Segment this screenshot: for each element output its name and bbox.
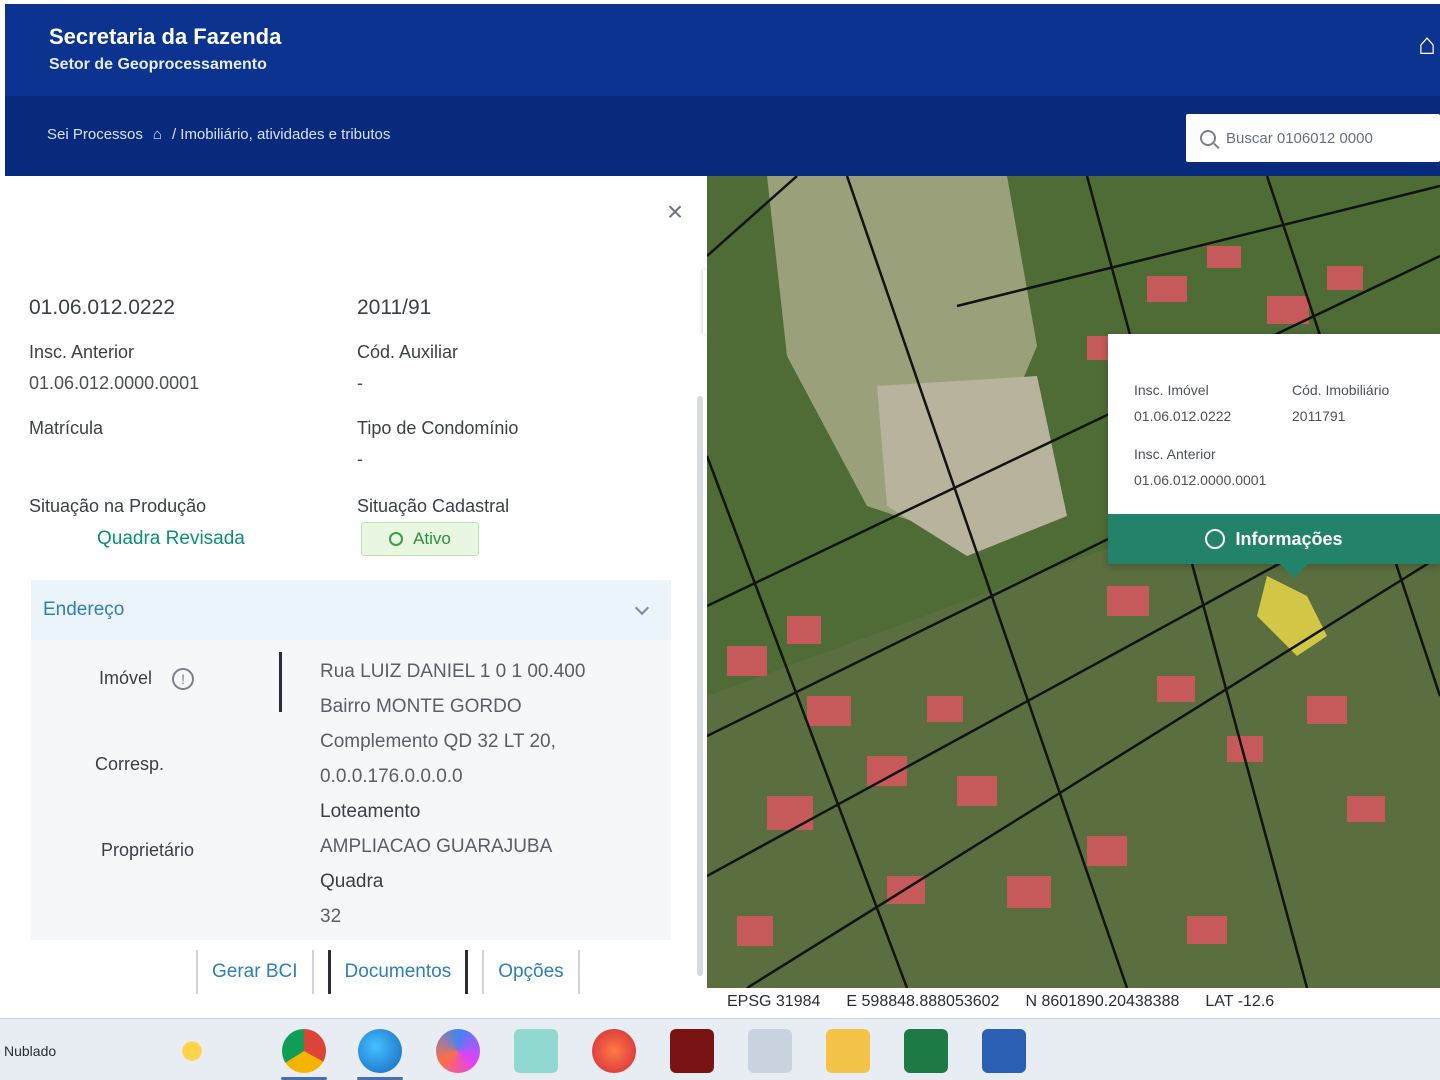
popup-value: 01.06.012.0222 [1134,408,1232,424]
ano-value: 2011/91 [357,296,432,319]
search-icon [1200,130,1216,146]
app-title: Secretaria da Fazenda [49,24,282,49]
address-lines: Rua LUIZ DANIEL 1 0 1 00.400 Bairro MONT… [320,654,585,934]
search-input[interactable] [1226,129,1416,147]
map-view[interactable] [707,176,1440,988]
header-nav-bar: Sei Processos ⌂ / Imobiliário, atividade… [5,96,1440,176]
aerial-map-image [707,176,1440,988]
popup-label: Insc. Imóvel [1134,382,1209,398]
breadcrumb-current: / Imobiliário, atividades e tributos [171,126,391,143]
popup-value: 2011791 [1292,408,1346,424]
tab-imovel[interactable]: Imóvel! [99,668,195,690]
app-header: Secretaria da Fazenda Setor de Geoproces… [5,4,1440,176]
popup-label: Insc. Anterior [1134,446,1216,462]
address-line: Complemento QD 32 LT 20, [320,731,556,752]
address-line: Loteamento [320,801,421,822]
breadcrumb-home-link[interactable]: Sei Processos [47,126,143,143]
endereco-accordion-title: Endereço [43,599,125,620]
map-info-popup: Insc. Imóvel 01.06.012.0222 Cód. Imobili… [1108,334,1440,564]
app-subtitle: Setor de Geoprocessamento [49,56,267,73]
situacao-producao-label: Situação na Produção [29,496,207,516]
info-icon: ! [172,668,195,690]
matricula-label: Matrícula [29,418,104,438]
tab-correspondencia[interactable]: Corresp. [95,754,164,775]
tab-imovel-label: Imóvel [99,668,153,688]
app-icon[interactable] [748,1029,792,1073]
snipping-tool-icon[interactable] [514,1029,558,1073]
tipo-condominio-field: Tipo de Condomínio - [357,418,518,470]
copilot-sparkle-icon[interactable] [170,1029,214,1073]
close-icon[interactable]: × [661,198,689,226]
latitude-readout: LAT -12.6 [1205,993,1275,1010]
copilot-icon[interactable] [436,1029,480,1073]
inscricao-value: 01.06.012.0222 [29,296,175,319]
epsg-readout: EPSG 31984 [727,993,821,1010]
excel-icon[interactable] [904,1029,948,1073]
gerar-bci-button[interactable]: Gerar BCI [196,950,314,994]
cod-auxiliar-value: - [357,373,363,393]
address-line: AMPLIACAO GUARAJUBA [320,836,553,857]
home-icon[interactable]: ⌂ [1418,28,1440,68]
property-detail-panel: × 01.06.012.0222 2011/91 Insc. Anterior … [5,176,707,1018]
file-explorer-icon[interactable] [826,1029,870,1073]
situacao-cadastral-field: Situação Cadastral [357,496,509,517]
panel-scrollbar[interactable] [697,396,703,976]
tab-proprietario[interactable]: Proprietário [101,840,194,861]
tipo-condominio-value: - [357,449,363,469]
edge-icon[interactable] [358,1029,402,1073]
situacao-producao-value: Quadra Revisada [97,528,245,549]
active-tab-indicator [279,652,282,712]
popup-value: 01.06.012.0000.0001 [1134,472,1267,488]
easting-readout: E 598848.888053602 [846,993,1000,1010]
northing-readout: N 8601890.20438388 [1025,993,1180,1010]
popup-pointer [1280,564,1308,578]
os-taskbar: Nublado [0,1018,1440,1080]
status-badge: Ativo [361,522,479,556]
insc-anterior-value: 01.06.012.0000.0001 [29,373,200,393]
matricula-field: Matrícula [29,418,103,439]
insc-anterior-field: Insc. Anterior 01.06.012.0000.0001 [29,342,199,394]
documentos-button[interactable]: Documentos [327,950,469,994]
endereco-accordion-header[interactable]: Endereço [31,580,671,640]
popup-field-anterior: Insc. Anterior 01.06.012.0000.0001 [1134,446,1266,488]
word-icon[interactable] [982,1029,1026,1073]
chevron-down-icon [634,600,650,616]
situacao-cadastral-label: Situação Cadastral [357,496,510,516]
home-small-icon: ⌂ [152,126,162,143]
weather-widget[interactable]: Nublado [4,1043,56,1059]
cod-auxiliar-field: Cód. Auxiliar - [357,342,458,394]
cod-auxiliar-label: Cód. Auxiliar [357,342,459,362]
check-circle-icon [389,532,404,546]
acrobat-icon[interactable] [670,1029,714,1073]
situacao-producao-field: Situação na Produção [29,496,206,517]
popup-field-inscricao: Insc. Imóvel 01.06.012.0222 [1134,382,1231,424]
address-line: Quadra [320,871,384,892]
informacoes-label: Informações [1235,528,1343,549]
address-line: 0.0.0.176.0.0.0.0 [320,766,463,787]
tipo-condominio-label: Tipo de Condomínio [357,418,519,438]
informacoes-button[interactable]: Informações [1108,514,1440,564]
chrome-icon[interactable] [282,1029,326,1073]
status-badge-label: Ativo [413,529,451,548]
insc-anterior-label: Insc. Anterior [29,342,135,362]
header-top-bar: Secretaria da Fazenda Setor de Geoproces… [5,4,1440,96]
gear-icon [1205,529,1226,549]
popup-label: Cód. Imobiliário [1292,382,1390,398]
firefox-icon[interactable] [592,1029,636,1073]
breadcrumb: Sei Processos ⌂ / Imobiliário, atividade… [47,126,390,143]
address-line: Bairro MONTE GORDO [320,696,522,717]
search-box[interactable] [1186,114,1440,162]
popup-field-cod: Cód. Imobiliário 2011791 [1292,382,1389,424]
panel-actions: Gerar BCI Documentos Opções [196,950,580,994]
address-line: Rua LUIZ DANIEL 1 0 1 00.400 [320,661,586,682]
coordinate-bar: EPSG 31984 E 598848.888053602 N 8601890.… [707,988,1440,1016]
opcoes-button[interactable]: Opções [482,950,580,994]
address-line: 32 [320,906,342,927]
